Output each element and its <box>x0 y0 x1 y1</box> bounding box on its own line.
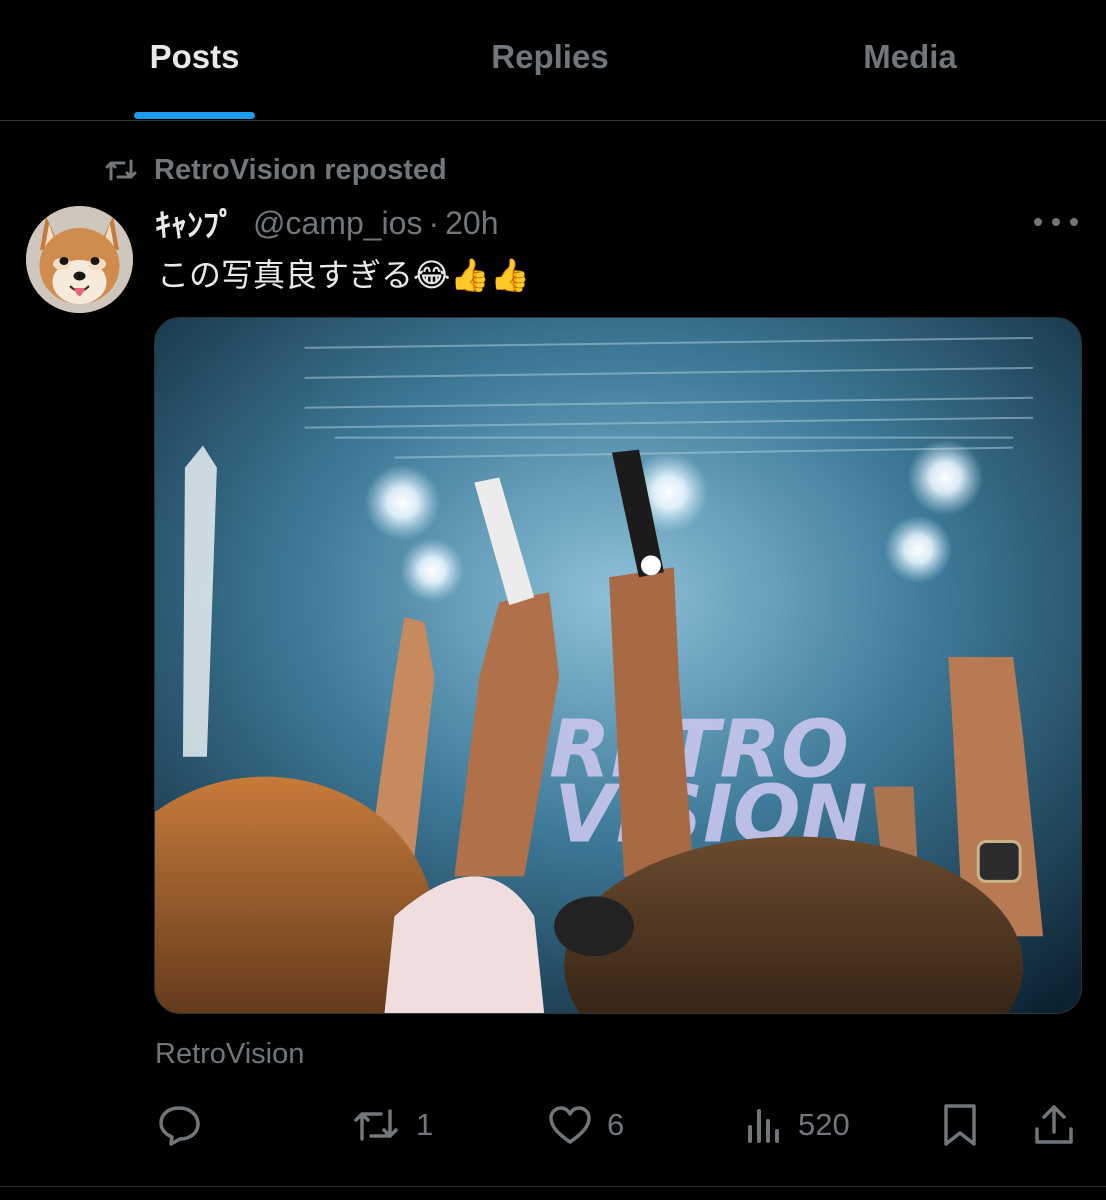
tab-replies[interactable]: Replies <box>470 38 630 76</box>
user-handle[interactable]: @camp_ios <box>253 205 422 242</box>
reply-icon <box>159 1106 200 1146</box>
repost-icon <box>105 159 137 181</box>
tab-posts[interactable]: Posts <box>134 38 255 76</box>
like-count: 6 <box>607 1107 625 1142</box>
repost-count: 1 <box>416 1107 434 1142</box>
active-tab-indicator <box>134 112 255 119</box>
more-options-icon[interactable] <box>1034 208 1078 236</box>
profile-tabs: Posts Replies Media <box>0 0 1106 121</box>
like-button[interactable]: 6 <box>547 1102 624 1148</box>
bookmark-button[interactable] <box>940 1102 980 1148</box>
post-divider <box>0 1186 1106 1187</box>
views-button[interactable]: 520 <box>744 1102 850 1148</box>
post-image[interactable]: RETRO VISION <box>154 317 1082 1014</box>
bookmark-icon <box>944 1104 976 1146</box>
concert-photo: RETRO VISION <box>155 318 1081 1013</box>
repost-icon <box>354 1109 398 1141</box>
post-header: ｷｬﾝﾌﾟ @camp_ios · 20h <box>155 200 499 246</box>
post-time[interactable]: 20h <box>445 205 498 242</box>
display-name[interactable]: ｷｬﾝﾌﾟ <box>155 200 235 246</box>
repost-context[interactable]: RetroVision reposted <box>104 152 447 188</box>
repost-text: RetroVision reposted <box>154 153 447 186</box>
heart-icon <box>549 1106 591 1144</box>
views-count: 520 <box>798 1107 850 1142</box>
shiba-dog-avatar-image <box>26 206 133 313</box>
views-icon <box>748 1109 779 1143</box>
source-label[interactable]: RetroVision <box>155 1038 304 1071</box>
avatar[interactable] <box>26 206 133 313</box>
tab-media[interactable]: Media <box>840 38 980 76</box>
post-text: この写真良すぎる😂👍👍 <box>157 257 531 293</box>
share-button[interactable] <box>1032 1102 1076 1148</box>
reply-button[interactable] <box>157 1102 217 1148</box>
separator: · <box>428 204 440 241</box>
repost-button[interactable]: 1 <box>350 1102 433 1148</box>
share-icon <box>1035 1105 1073 1144</box>
